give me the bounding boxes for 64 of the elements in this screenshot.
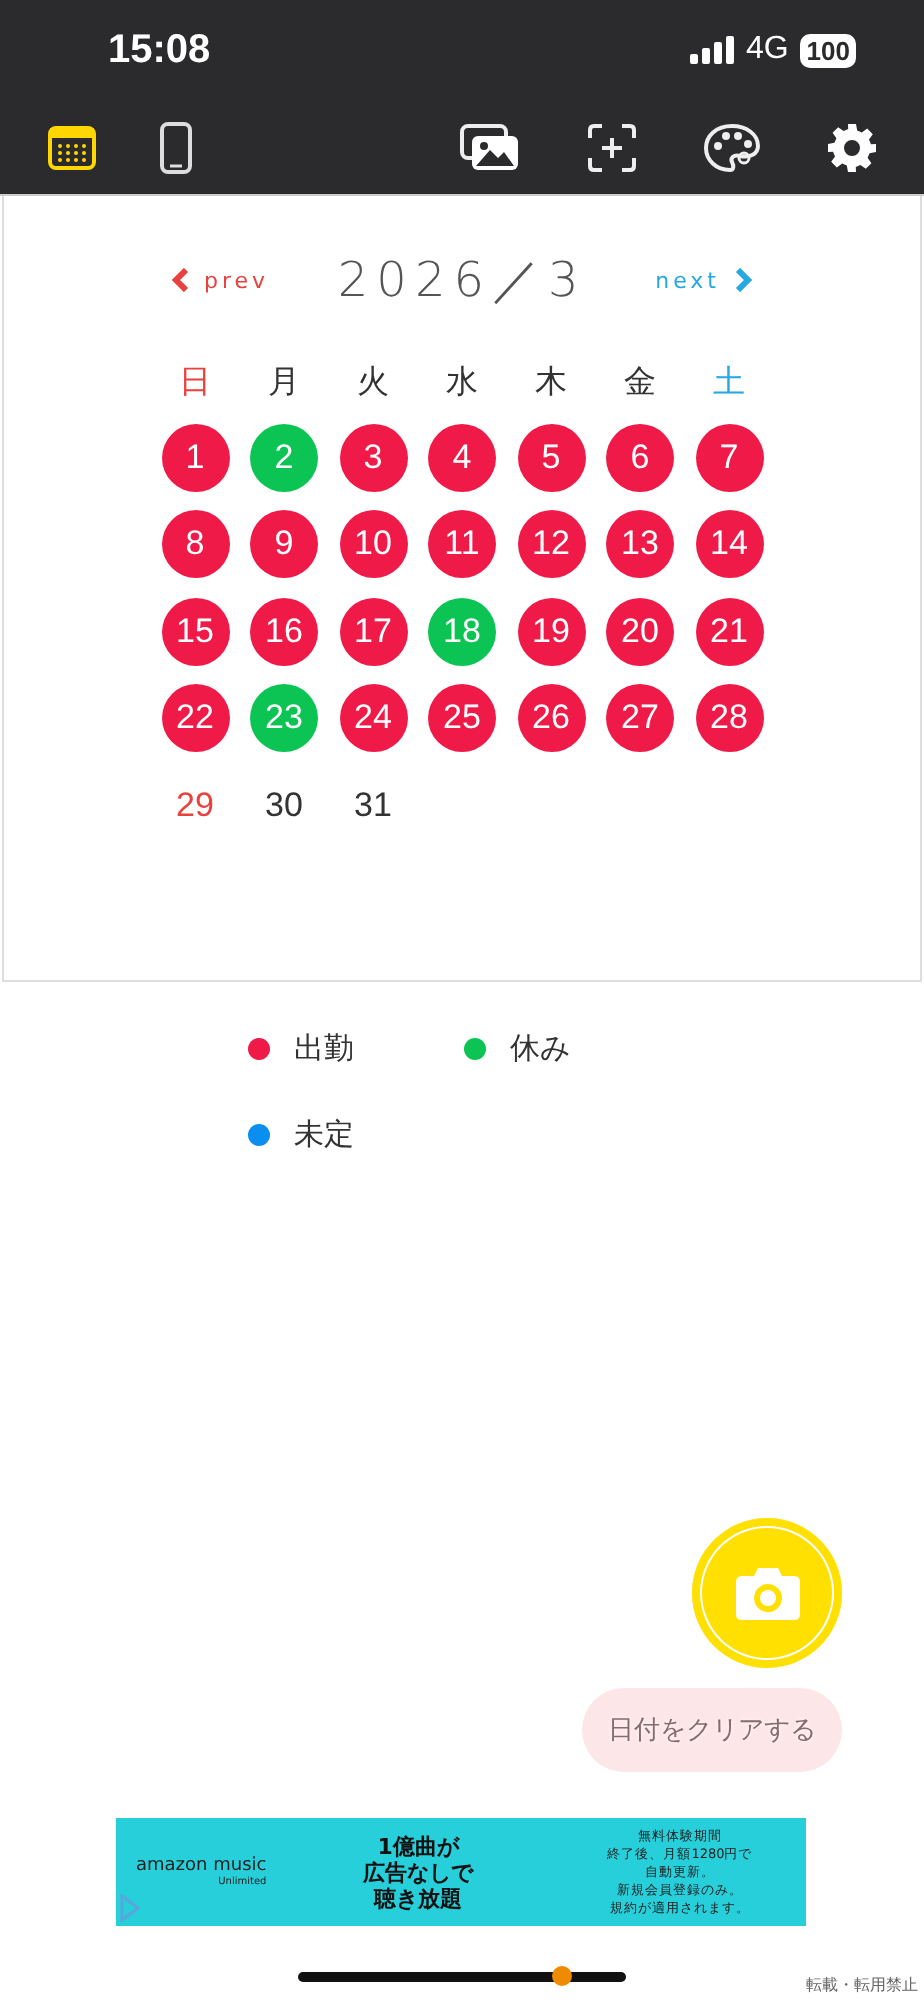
- palette-icon[interactable]: [704, 123, 760, 171]
- network-label: 4G: [745, 32, 789, 68]
- weekday-label: 月: [268, 360, 300, 404]
- weekday-label: 土: [713, 360, 745, 404]
- weekday-label: 木: [535, 360, 567, 404]
- battery-indicator: 100: [800, 33, 856, 67]
- copyright-note: 転載・転用禁止: [806, 1974, 918, 1996]
- weekday-label: 火: [357, 360, 389, 404]
- calendar-day[interactable]: 4: [428, 423, 496, 491]
- calendar-tab[interactable]: [48, 125, 96, 169]
- calendar-day[interactable]: 26: [517, 684, 585, 752]
- ad-logo: amazon music: [136, 1856, 267, 1876]
- calendar-day[interactable]: 15: [161, 597, 229, 665]
- calendar-day[interactable]: 12: [517, 510, 585, 578]
- ad-headline: 聴き放題: [374, 1885, 463, 1911]
- calendar-day[interactable]: 21: [695, 597, 763, 665]
- calendar-day[interactable]: 14: [695, 510, 763, 578]
- legend-label: 未定: [294, 1116, 354, 1154]
- calendar-day[interactable]: 19: [517, 597, 585, 665]
- calendar-day[interactable]: 8: [161, 510, 229, 578]
- calendar-day[interactable]: 11: [428, 510, 496, 578]
- chevron-left-icon: [172, 268, 190, 292]
- legend-label: 休み: [510, 1030, 570, 1068]
- clear-date-button[interactable]: 日付をクリアする: [582, 1688, 842, 1772]
- calendar-day[interactable]: 28: [695, 684, 763, 752]
- settings-icon[interactable]: [828, 123, 876, 171]
- indicator-dot: [552, 1966, 572, 1986]
- weekday-label: 日: [179, 360, 211, 404]
- calendar-day[interactable]: 7: [695, 423, 763, 491]
- calendar-day[interactable]: 10: [339, 510, 407, 578]
- next-button[interactable]: next: [655, 267, 752, 293]
- calendar-day[interactable]: 2: [250, 423, 318, 491]
- gallery-icon[interactable]: [460, 123, 520, 171]
- clock: 15:08: [108, 27, 211, 73]
- legend-label: 出勤: [294, 1030, 354, 1068]
- calendar-day[interactable]: 22: [161, 684, 229, 752]
- calendar-day[interactable]: 18: [428, 597, 496, 665]
- calendar-day[interactable]: 3: [339, 423, 407, 491]
- calendar-day[interactable]: 27: [606, 684, 674, 752]
- signal-icon: [689, 36, 734, 64]
- calendar-day[interactable]: 16: [250, 597, 318, 665]
- calendar-day[interactable]: 20: [606, 597, 674, 665]
- ad-headline: 1億曲が: [377, 1833, 459, 1859]
- camera-icon: [733, 1565, 801, 1621]
- calendar-day[interactable]: 23: [250, 684, 318, 752]
- ad-headline: 広告なしで: [363, 1859, 474, 1885]
- calendar-day[interactable]: 1: [161, 423, 229, 491]
- weekday-label: 水: [446, 360, 478, 404]
- prev-button[interactable]: prev: [172, 267, 270, 293]
- calendar-day[interactable]: 17: [339, 597, 407, 665]
- phone-tab[interactable]: [160, 121, 192, 173]
- add-frame-icon[interactable]: [588, 123, 636, 171]
- calendar-day[interactable]: 31: [339, 771, 407, 839]
- calendar-day[interactable]: 9: [250, 510, 318, 578]
- calendar-day[interactable]: 29: [161, 771, 229, 839]
- calendar-day[interactable]: 5: [517, 423, 585, 491]
- weekday-label: 金: [624, 360, 656, 404]
- calendar-day[interactable]: 6: [606, 423, 674, 491]
- month-title: 2026／3: [337, 250, 587, 312]
- calendar-day[interactable]: 24: [339, 684, 407, 752]
- calendar-day[interactable]: 25: [428, 684, 496, 752]
- chevron-right-icon: [734, 268, 752, 292]
- calendar-day[interactable]: 30: [250, 771, 318, 839]
- calendar-day[interactable]: 13: [606, 510, 674, 578]
